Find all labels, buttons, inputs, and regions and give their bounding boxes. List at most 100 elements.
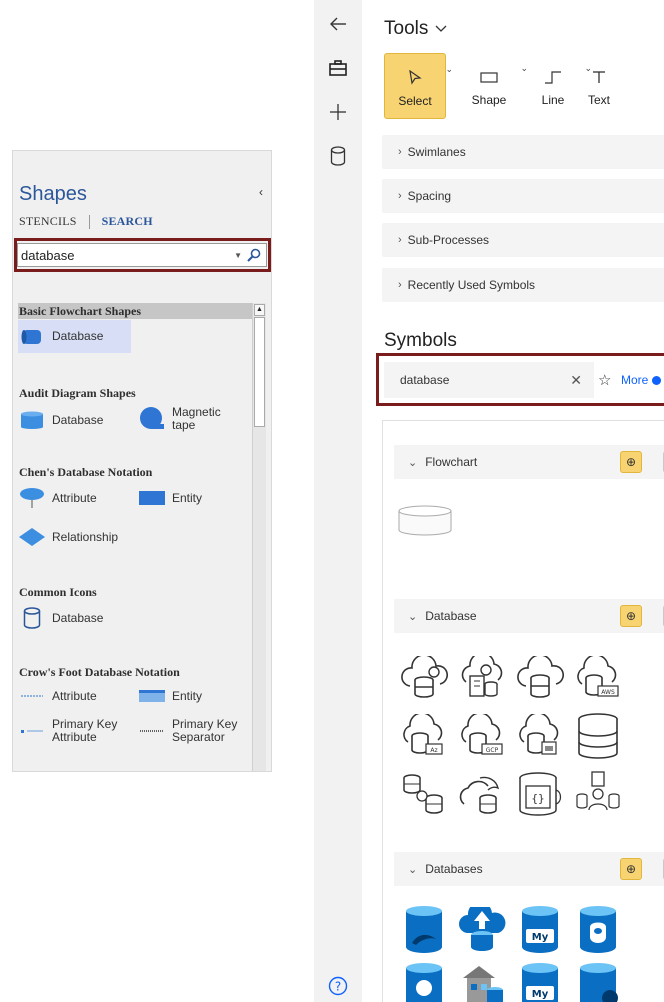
database-sync-icon[interactable] bbox=[398, 768, 450, 820]
add-group-button[interactable]: ⊕ bbox=[620, 858, 642, 880]
shape-cf-entity[interactable]: Entity bbox=[138, 683, 248, 709]
tool-dropdown-icon[interactable]: ⌄ bbox=[445, 64, 453, 75]
chevron-down-icon bbox=[435, 25, 447, 32]
building-database-icon[interactable] bbox=[456, 962, 508, 1002]
stencil-list-scrollbar[interactable]: ▲ bbox=[252, 303, 266, 771]
shape-cf-primary-key-attribute[interactable]: Primary Key Attribute bbox=[18, 715, 136, 747]
tool-shape[interactable]: Shape ⌄ bbox=[458, 53, 528, 119]
tab-search[interactable]: SEARCH bbox=[102, 214, 153, 229]
clear-search-icon[interactable]: ✕ bbox=[570, 372, 582, 389]
chevron-down-icon: ⌄ bbox=[408, 456, 418, 469]
shape-cf-primary-key-separator[interactable]: Primary Key Separator bbox=[138, 715, 256, 747]
shape-entity[interactable]: Entity bbox=[138, 485, 248, 511]
symbol-flowchart-database[interactable] bbox=[396, 500, 454, 540]
tab-stencils[interactable]: STENCILS bbox=[19, 214, 77, 229]
stencil-heading: Common Icons bbox=[19, 585, 97, 599]
tool-text[interactable]: Text bbox=[574, 53, 624, 119]
toolbox-icon[interactable] bbox=[314, 48, 362, 88]
shape-common-database[interactable]: Database bbox=[18, 603, 128, 633]
shapes-search-value: database bbox=[21, 247, 75, 263]
cloud-building-database-icon[interactable] bbox=[456, 652, 508, 704]
stencil-crows-foot: Crow's Foot Database Notation bbox=[18, 664, 252, 680]
shape-label: Attribute bbox=[52, 490, 97, 505]
search-dropdown-icon[interactable]: ▼ bbox=[234, 251, 242, 260]
shape-label: Entity bbox=[172, 490, 203, 505]
stencil-heading: Basic Flowchart Shapes bbox=[18, 303, 252, 319]
add-icon[interactable] bbox=[314, 92, 362, 132]
svg-text:My: My bbox=[532, 932, 549, 943]
section-spacing[interactable]: › Spacing bbox=[382, 179, 664, 213]
group-label: Databases bbox=[425, 862, 483, 876]
cloud-database-plain-icon[interactable] bbox=[514, 652, 566, 704]
shape-label: Entity bbox=[172, 688, 203, 703]
database-cylinder-icon[interactable] bbox=[572, 710, 624, 762]
mysql-cloud-database-icon[interactable] bbox=[456, 768, 508, 820]
add-group-button[interactable]: ⊕ bbox=[620, 451, 642, 473]
shapes-search-input[interactable]: database ▼ bbox=[17, 243, 267, 267]
collapse-panel-icon[interactable]: ‹ bbox=[259, 185, 263, 199]
shape-cf-attribute[interactable]: Attribute bbox=[18, 683, 128, 709]
section-sub-processes[interactable]: › Sub-Processes bbox=[382, 223, 664, 257]
stencil-heading: Audit Diagram Shapes bbox=[19, 386, 136, 400]
stencil-basic-flowchart: Basic Flowchart Shapes bbox=[18, 303, 252, 319]
azure-sql-database-icon[interactable] bbox=[398, 904, 450, 956]
shapes-tabs: STENCILS SEARCH bbox=[19, 214, 153, 229]
azure-cloud-database-icon[interactable]: Az bbox=[398, 710, 450, 762]
database-icon[interactable] bbox=[314, 136, 362, 176]
shapes-panel-title: Shapes bbox=[19, 183, 87, 205]
section-swimlanes[interactable]: › Swimlanes bbox=[382, 135, 664, 169]
help-icon[interactable]: ? bbox=[314, 966, 362, 1002]
aws-cloud-database-icon[interactable]: AWS bbox=[572, 652, 624, 704]
shape-audit-database[interactable]: Database bbox=[18, 405, 128, 435]
star-icon[interactable]: ☆ bbox=[598, 371, 611, 389]
database-outline-icon bbox=[18, 607, 46, 629]
stencil-heading: Crow's Foot Database Notation bbox=[19, 665, 180, 679]
shape-relationship[interactable]: Relationship bbox=[18, 522, 158, 552]
shape-label: Primary Key Attribute bbox=[52, 717, 118, 744]
more-symbols-link[interactable]: More bbox=[621, 373, 662, 387]
scroll-up-icon[interactable]: ▲ bbox=[254, 304, 265, 316]
chevron-right-icon: › bbox=[398, 146, 402, 158]
azure-cloud-upload-database-icon[interactable] bbox=[456, 904, 508, 956]
section-label: Spacing bbox=[407, 189, 452, 203]
azure-mysql-database-icon-2[interactable]: My bbox=[514, 962, 566, 1002]
group-label: Database bbox=[425, 609, 477, 623]
search-icon[interactable] bbox=[246, 247, 262, 263]
side-icon-rail: ? bbox=[314, 0, 362, 1002]
azure-postgresql-database-icon[interactable] bbox=[572, 904, 624, 956]
section-recently-used-symbols[interactable]: › Recently Used Symbols bbox=[382, 268, 664, 302]
stencil-chens-notation: Chen's Database Notation bbox=[18, 464, 252, 480]
gcp-cloud-database-icon[interactable]: GCP bbox=[456, 710, 508, 762]
scroll-thumb[interactable] bbox=[254, 317, 265, 427]
elbow-line-icon bbox=[544, 65, 562, 89]
svg-text:?: ? bbox=[335, 980, 341, 994]
tools-header[interactable]: Tools bbox=[384, 18, 447, 40]
azure-mysql-database-icon[interactable]: My bbox=[514, 904, 566, 956]
more-label: More bbox=[621, 373, 649, 387]
database-admin-icon[interactable] bbox=[572, 768, 624, 820]
back-arrow-icon[interactable] bbox=[314, 4, 362, 44]
symbols-search-input[interactable]: database ✕ bbox=[384, 362, 594, 398]
entity-shape-icon bbox=[138, 487, 166, 509]
group-label: Flowchart bbox=[425, 455, 478, 469]
stencil-audit-diagram: Audit Diagram Shapes bbox=[18, 385, 252, 401]
chevron-right-icon: › bbox=[398, 279, 402, 291]
section-label: Sub-Processes bbox=[407, 233, 490, 247]
database-shape-icon bbox=[18, 326, 46, 348]
rectangle-icon bbox=[480, 65, 498, 89]
azure-database-gear-icon[interactable] bbox=[572, 962, 624, 1002]
shape-magnetic-tape[interactable]: Magnetic tape bbox=[138, 401, 248, 437]
cloud-database-storage-icon[interactable] bbox=[514, 710, 566, 762]
cloud-database-icon[interactable] bbox=[398, 652, 450, 704]
tab-divider bbox=[88, 214, 90, 229]
shape-label: Database bbox=[52, 412, 104, 427]
stencil-heading: Chen's Database Notation bbox=[19, 465, 153, 479]
shape-attribute[interactable]: Attribute bbox=[18, 483, 128, 513]
azure-elephant-database-icon[interactable] bbox=[398, 962, 450, 1002]
json-database-icon[interactable]: {} bbox=[514, 768, 566, 820]
tool-select[interactable]: Select ⌄ bbox=[384, 53, 453, 119]
shape-label: Database bbox=[52, 610, 104, 625]
shape-basic-database[interactable]: Database bbox=[18, 320, 131, 353]
add-group-button[interactable]: ⊕ bbox=[620, 605, 642, 627]
tool-label: Line bbox=[541, 93, 565, 107]
